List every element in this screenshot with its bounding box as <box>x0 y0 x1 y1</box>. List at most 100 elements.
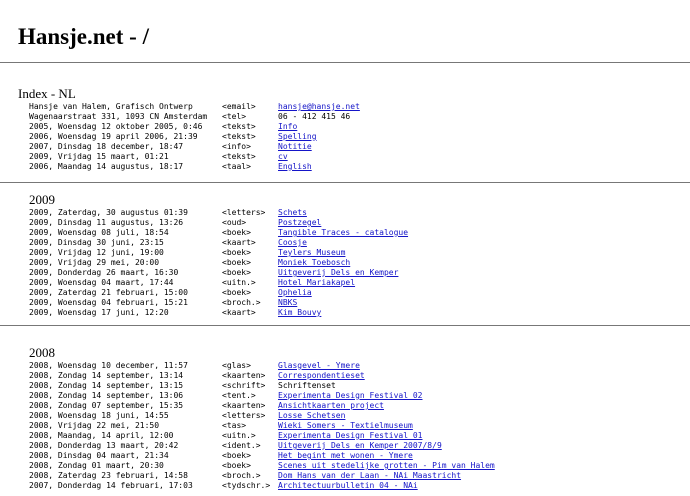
entry-link[interactable]: Tangible Traces - catalogue <box>278 228 408 237</box>
list-item: 2008, Zondag 01 maart, 20:30 <boek> Scenes… <box>29 461 495 471</box>
entry-type: <boek> <box>222 451 251 460</box>
entry-type: <ident.> <box>222 441 261 450</box>
entry-link[interactable]: Info <box>278 122 297 131</box>
divider <box>0 325 690 326</box>
entry-date: 2009, Zaterdag 21 februari, 15:00 <box>29 288 188 297</box>
list-item: 2009, Woensdag 08 juli, 18:54 <boek> Tangi… <box>29 228 408 238</box>
entry-type: <boek> <box>222 268 251 277</box>
entry-date: 2008, Zondag 07 september, 15:35 <box>29 401 184 410</box>
list-item: 2009, Dinsdag 30 juni, 23:15 <kaart> Coosj… <box>29 238 408 248</box>
entry-type: <tas> <box>222 421 247 430</box>
entry-link[interactable]: Ansichtkaarten project <box>278 401 384 410</box>
entry-type: <letters> <box>222 411 266 420</box>
entry-link-cell: Postzegel <box>278 218 321 228</box>
list-item: 2008, Woensdag 18 juni, 14:55 <letters> Lo… <box>29 411 495 421</box>
entry-link-cell: Schets <box>278 208 307 218</box>
entry-date: 2008, Zondag 14 september, 13:14 <box>29 371 184 380</box>
page-title: Hansje.net - / <box>18 24 149 49</box>
entry-type: <tekst> <box>222 132 256 141</box>
entry-link[interactable]: Correspondentieset <box>278 371 365 380</box>
entry-link[interactable]: NBKS <box>278 298 297 307</box>
entry-link-cell: Info <box>278 122 297 132</box>
entry-link-cell: Uitgeverij Dels en Kemper 2007/8/9 <box>278 441 442 451</box>
entry-type: <oud> <box>222 218 247 227</box>
entry-link[interactable]: Scenes uit stedelijke grotten - Pim van … <box>278 461 495 470</box>
entry-link[interactable]: Dom Hans van der Laan - NAi Maastricht <box>278 471 461 480</box>
entry-link[interactable]: English <box>278 162 312 171</box>
list-item: 2009, Vrijdag 15 maart, 01:21 <tekst> cv <box>29 152 360 162</box>
entry-date: 2008, Woensdag 10 december, 11:57 <box>29 361 188 370</box>
list-item: 2009, Vrijdag 12 juni, 19:00 <boek> Teyler… <box>29 248 408 258</box>
list-item: 2009, Woensdag 17 juni, 12:20 <kaart> Kim … <box>29 308 408 318</box>
list-item: 2006, Woensdag 19 april 2006, 21:39 <teks… <box>29 132 360 142</box>
entry-type: <tel> <box>222 112 247 121</box>
entry-date: 2009, Woensdag 08 juli, 18:54 <box>29 228 169 237</box>
entry-link-cell: Notitie <box>278 142 312 152</box>
entry-link[interactable]: Ophelia <box>278 288 312 297</box>
entry-link-cell: Hotel Mariakapel <box>278 278 355 288</box>
index-list: Hansje van Halem, Grafisch Ontwerp <email… <box>29 102 360 172</box>
entry-type: <boek> <box>222 228 251 237</box>
list-item: 2007, Donderdag 14 februari, 17:03 <tydsc… <box>29 481 495 491</box>
entry-link-cell: Glasgevel - Ymere <box>278 361 360 371</box>
entry-link[interactable]: Experimenta Design Festival 01 <box>278 431 423 440</box>
entry-link-cell: hansje@hansje.net <box>278 102 360 112</box>
list-item: 2007, Dinsdag 18 december, 18:47 <info> No… <box>29 142 360 152</box>
list-item: 2009, Woensdag 04 februari, 15:21 <broch.… <box>29 298 408 308</box>
list-item: 2009, Vrijdag 29 mei, 20:00 <boek> Moniek … <box>29 258 408 268</box>
entry-link-cell: Uitgeverij Dels en Kemper <box>278 268 398 278</box>
entry-link-cell: Coosje <box>278 238 307 248</box>
list-item: 2008, Maandag, 14 april, 12:00 <uitn.> Exp… <box>29 431 495 441</box>
entry-date: 2009, Woensdag 04 februari, 15:21 <box>29 298 188 307</box>
entry-link[interactable]: Kim Bouvy <box>278 308 321 317</box>
entry-link-cell: Spelling <box>278 132 317 142</box>
entry-link[interactable]: cv <box>278 152 288 161</box>
entry-link-cell: NBKS <box>278 298 297 308</box>
list-item: Hansje van Halem, Grafisch Ontwerp <email… <box>29 102 360 112</box>
entry-link-cell: cv <box>278 152 288 162</box>
entry-link[interactable]: Wieki Somers - Textielmuseum <box>278 421 413 430</box>
entry-link[interactable]: Teylers Museum <box>278 248 345 257</box>
entry-type: <broch.> <box>222 471 261 480</box>
entry-link[interactable]: Postzegel <box>278 218 321 227</box>
list-item: 2008, Zondag 14 september, 13:15 <schrift… <box>29 381 495 391</box>
entry-link-cell: Losse Schetsen <box>278 411 345 421</box>
entry-link-cell: Correspondentieset <box>278 371 365 381</box>
entry-link[interactable]: Uitgeverij Dels en Kemper 2007/8/9 <box>278 441 442 450</box>
entry-link[interactable]: Hotel Mariakapel <box>278 278 355 287</box>
entry-link[interactable]: Losse Schetsen <box>278 411 345 420</box>
entry-date: 2008, Woensdag 18 juni, 14:55 <box>29 411 169 420</box>
entry-link-cell: Moniek Toebosch <box>278 258 350 268</box>
entry-link-cell: English <box>278 162 312 172</box>
entry-value: 06 - 412 415 46 <box>278 112 351 121</box>
section-title-2008: 2008 <box>29 345 55 360</box>
entry-date: 2009, Vrijdag 29 mei, 20:00 <box>29 258 160 267</box>
section-title-2009: 2009 <box>29 192 55 207</box>
entry-type: <kaarten> <box>222 401 266 410</box>
entry-link[interactable]: Architectuurbulletin 04 - NAi <box>278 481 418 490</box>
entry-link[interactable]: Uitgeverij Dels en Kemper <box>278 268 398 277</box>
entry-link-cell: Tangible Traces - catalogue <box>278 228 408 238</box>
divider <box>0 62 690 63</box>
entry-date: 2009, Vrijdag 12 juni, 19:00 <box>29 248 164 257</box>
entry-date: 2009, Woensdag 17 juni, 12:20 <box>29 308 169 317</box>
entry-link[interactable]: Schets <box>278 208 307 217</box>
entry-link[interactable]: Het begint met wonen - Ymere <box>278 451 413 460</box>
entry-date: 2007, Donderdag 14 februari, 17:03 <box>29 481 193 490</box>
entry-link[interactable]: Spelling <box>278 132 317 141</box>
entry-link[interactable]: hansje@hansje.net <box>278 102 360 111</box>
entry-link-cell: Experimenta Design Festival 02 <box>278 391 423 401</box>
entry-link[interactable]: Moniek Toebosch <box>278 258 350 267</box>
entry-link[interactable]: Glasgevel - Ymere <box>278 361 360 370</box>
list-item: 2008, Zondag 07 september, 15:35 <kaarten… <box>29 401 495 411</box>
entry-link-cell: Wieki Somers - Textielmuseum <box>278 421 413 431</box>
entry-link[interactable]: Experimenta Design Festival 02 <box>278 391 423 400</box>
entry-link[interactable]: Notitie <box>278 142 312 151</box>
entry-type: <boek> <box>222 461 251 470</box>
entry-date: 2009, Dinsdag 30 juni, 23:15 <box>29 238 164 247</box>
entry-link[interactable]: Coosje <box>278 238 307 247</box>
entry-link-cell: Ophelia <box>278 288 312 298</box>
entry-date: 2009, Vrijdag 15 maart, 01:21 <box>29 152 169 161</box>
list-item: 2009, Donderdag 26 maart, 16:30 <boek> Uit… <box>29 268 408 278</box>
list-item: 2009, Zaterdag, 30 augustus 01:39 <letter… <box>29 208 408 218</box>
